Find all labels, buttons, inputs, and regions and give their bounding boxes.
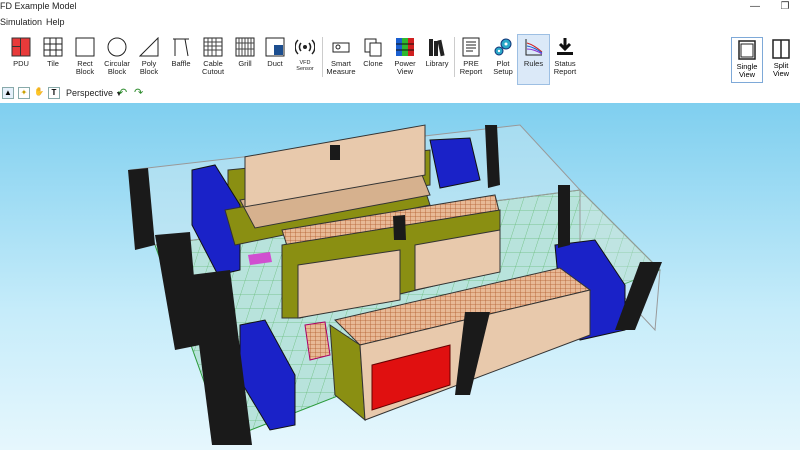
pdu-label: PDU xyxy=(13,59,29,68)
vfd-sensor-button[interactable]: VFD Sensor xyxy=(288,35,322,85)
clone-icon xyxy=(364,38,382,57)
pdu-icon xyxy=(11,37,31,57)
poly-block-label: Poly Block xyxy=(139,59,159,76)
split-view-label: Split View xyxy=(772,61,790,78)
undo-icon[interactable]: ↶ xyxy=(118,86,127,99)
circular-block-button[interactable]: Circular Block xyxy=(100,35,134,85)
library-label: Library xyxy=(425,59,449,68)
toolbar-separator xyxy=(322,37,323,77)
baffle-label: Baffle xyxy=(171,59,191,68)
status-report-button[interactable]: Status Report xyxy=(548,35,582,85)
baffle-button[interactable]: Baffle xyxy=(164,35,198,85)
clone-button[interactable]: Clone xyxy=(356,35,390,85)
pdu-button[interactable]: PDU xyxy=(4,35,38,85)
tile-button[interactable]: Tile xyxy=(36,35,70,85)
split-view-icon xyxy=(772,39,790,59)
tile-icon xyxy=(43,37,63,57)
circle-icon xyxy=(107,37,127,57)
rect-block-icon xyxy=(75,37,95,57)
menu-bar: Simulation Help xyxy=(0,14,800,31)
library-button[interactable]: Library xyxy=(420,35,454,85)
restore-icon[interactable]: ❐ xyxy=(774,0,796,14)
single-view-label: Single View xyxy=(736,62,758,79)
grill-label: Grill xyxy=(238,59,252,68)
duct-label: Duct xyxy=(267,59,283,68)
rules-button[interactable]: Rules xyxy=(517,34,550,85)
data-center-model xyxy=(128,124,662,445)
clone-label: Clone xyxy=(363,59,383,68)
menu-simulation[interactable]: Simulation xyxy=(0,17,42,27)
tile-label: Tile xyxy=(47,59,59,68)
baffle-icon xyxy=(173,38,189,57)
minimize-icon[interactable]: — xyxy=(744,0,766,14)
view-toolbar: ▲ ✦ ✋ T Perspective ▼ ↶ ↷ xyxy=(0,85,800,103)
poly-block-button[interactable]: Poly Block xyxy=(132,35,166,85)
pre-report-button[interactable]: PRE Report xyxy=(454,35,488,85)
sensor-icon xyxy=(295,39,315,55)
report-icon xyxy=(462,37,480,57)
plot-setup-button[interactable]: Plot Setup xyxy=(486,35,520,85)
menu-help[interactable]: Help xyxy=(46,17,65,27)
rect-block-label: Rect Block xyxy=(75,59,95,76)
rules-icon xyxy=(525,39,542,56)
projection-value: Perspective xyxy=(66,88,114,98)
vfd-sensor-label: VFD Sensor xyxy=(296,60,314,72)
gears-icon xyxy=(494,38,512,56)
plot-setup-label: Plot Setup xyxy=(493,59,513,76)
window-title: FD Example Model xyxy=(0,1,77,11)
duct-button[interactable]: Duct xyxy=(258,35,292,85)
text-tool-icon[interactable]: T xyxy=(48,87,60,99)
smart-measure-label: Smart Measure xyxy=(326,59,356,76)
grill-button[interactable]: Grill xyxy=(228,35,262,85)
lightbulb-icon[interactable]: ✦ xyxy=(18,87,30,99)
measure-icon xyxy=(332,42,350,53)
single-view-icon xyxy=(738,40,756,60)
duct-icon xyxy=(265,37,285,57)
cable-cutout-icon xyxy=(203,37,223,57)
rect-block-button[interactable]: Rect Block xyxy=(68,35,102,85)
title-bar: FD Example Model — ❐ xyxy=(0,0,800,14)
polygon-icon xyxy=(139,37,159,57)
status-report-label: Status Report xyxy=(553,59,577,76)
power-view-label: Power View xyxy=(394,59,416,76)
circular-block-label: Circular Block xyxy=(104,59,130,76)
projection-dropdown[interactable]: Perspective ▼ xyxy=(66,88,122,98)
library-icon xyxy=(429,39,445,57)
hand-icon[interactable]: ✋ xyxy=(33,87,45,99)
single-view-button[interactable]: Single View xyxy=(731,37,763,83)
redo-icon[interactable]: ↷ xyxy=(134,86,143,99)
cable-cutout-label: Cable Cutout xyxy=(201,59,225,76)
rules-label: Rules xyxy=(523,59,544,68)
triangle-view-icon[interactable]: ▲ xyxy=(2,87,14,99)
pre-report-label: PRE Report xyxy=(459,59,483,76)
3d-viewport[interactable] xyxy=(0,103,800,450)
cable-cutout-button[interactable]: Cable Cutout xyxy=(196,35,230,85)
power-view-button[interactable]: Power View xyxy=(388,35,422,85)
cable-cutout xyxy=(304,321,331,361)
download-icon xyxy=(557,38,573,55)
power-view-icon xyxy=(396,38,414,56)
smart-measure-button[interactable]: Smart Measure xyxy=(324,35,358,85)
grill-icon xyxy=(235,37,255,57)
ribbon-toolbar: PDU Tile Rect Block Circular Block Poly Blo… xyxy=(0,31,800,86)
split-view-button[interactable]: Split View xyxy=(765,37,797,83)
